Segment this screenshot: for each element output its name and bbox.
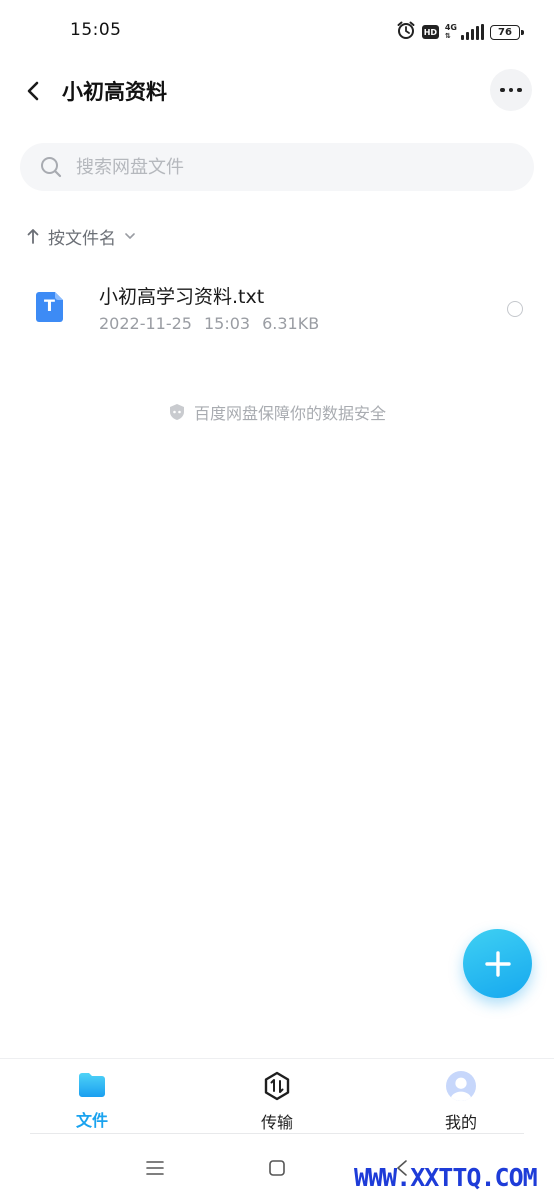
menu-button[interactable] [143, 1156, 167, 1180]
back-button[interactable] [16, 74, 50, 108]
tab-files[interactable]: 文件 [47, 1071, 137, 1133]
file-time: 15:03 [203, 314, 251, 333]
arrow-up-icon [27, 229, 39, 244]
4g-signal-icon: 4G ⇅ [444, 23, 457, 41]
search-box[interactable] [20, 143, 534, 191]
file-select-checkbox[interactable] [507, 301, 523, 317]
file-size: 6.31KB [262, 314, 320, 333]
more-horizontal-icon [500, 87, 505, 93]
status-bar: 15:05 HD 4G ⇅ 76 [0, 0, 554, 62]
menu-icon [146, 1161, 164, 1175]
file-meta: 2022-11-25 15:03 6.31KB [99, 314, 319, 333]
file-icon-letter: T [44, 296, 55, 315]
home-square-icon [269, 1160, 285, 1176]
transfer-icon [264, 1071, 290, 1101]
tab-label-mine: 我的 [444, 1113, 477, 1132]
safety-text: 百度网盘保障你的数据安全 [193, 404, 386, 423]
search-input[interactable] [76, 156, 476, 178]
header: 小初高资料 [0, 62, 554, 120]
plus-icon [484, 950, 511, 977]
tab-label-transfer: 传输 [260, 1113, 293, 1132]
search-icon [41, 157, 62, 178]
bottom-tab-bar: 文件 传输 我的 [0, 1058, 554, 1134]
file-list-item[interactable]: T 小初高学习资料.txt 2022-11-25 15:03 6.31KB [0, 270, 554, 350]
file-date: 2022-11-25 [99, 314, 192, 333]
app-screen: 15:05 HD 4G ⇅ 76 小初高资料 搜索网盘文件 按文件名 T 小初高… [0, 0, 554, 1200]
add-button[interactable] [463, 929, 532, 998]
status-time: 15:05 [70, 20, 122, 40]
tab-transfer[interactable]: 传输 [232, 1071, 322, 1133]
shield-icon [169, 404, 184, 420]
home-button[interactable] [265, 1156, 289, 1180]
tab-mine[interactable]: 我的 [416, 1071, 506, 1133]
sort-label: 按文件名 [48, 228, 116, 249]
more-button[interactable] [490, 69, 532, 111]
hd-icon: HD [421, 25, 439, 39]
alarm-icon [396, 20, 416, 44]
folder-icon [79, 1073, 105, 1097]
sort-toggle[interactable]: 按文件名 [26, 222, 136, 250]
avatar-icon [446, 1071, 476, 1101]
chevron-left-icon [27, 81, 39, 101]
page-title: 小初高资料 [62, 80, 167, 104]
file-name: 小初高学习资料.txt [99, 286, 265, 308]
watermark-text: WWW.XXTTQ.COM [354, 1163, 538, 1192]
chevron-down-icon [125, 233, 135, 239]
network-label: 4G [444, 23, 457, 32]
safety-notice: 百度网盘保障你的数据安全 [0, 400, 554, 424]
status-icons: HD 4G ⇅ 76 [396, 20, 524, 44]
signal-bars-icon [461, 24, 484, 40]
tab-label-files: 文件 [75, 1111, 108, 1130]
battery-icon: 76 [490, 24, 524, 40]
